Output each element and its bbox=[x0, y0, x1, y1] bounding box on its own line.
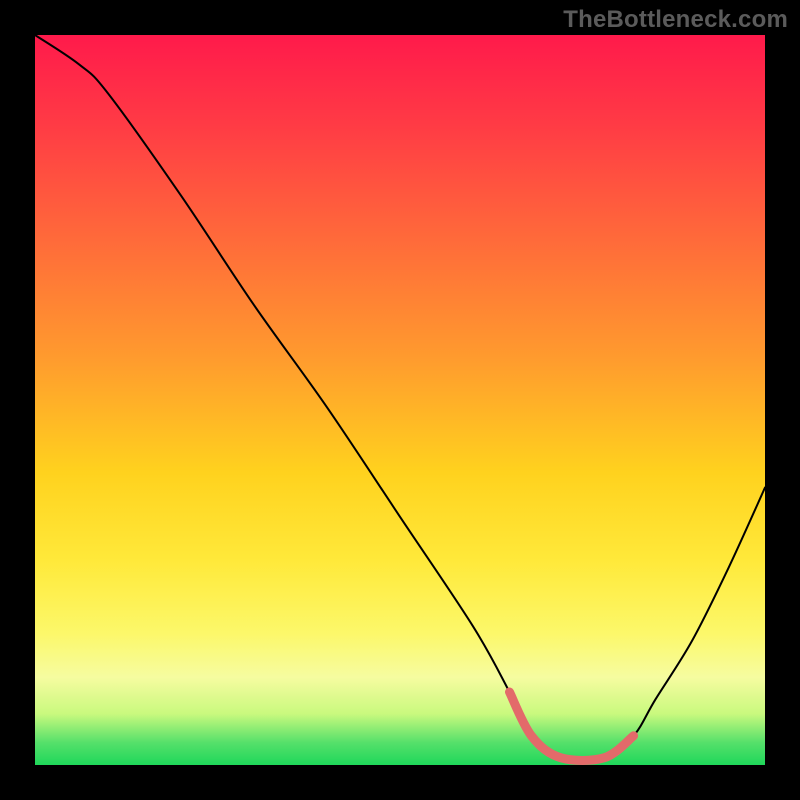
chart-plot-area bbox=[35, 35, 765, 765]
bottleneck-curve-path bbox=[35, 35, 765, 760]
valley-highlight-path bbox=[510, 692, 634, 760]
chart-svg bbox=[35, 35, 765, 765]
chart-frame: TheBottleneck.com bbox=[0, 0, 800, 800]
watermark-text: TheBottleneck.com bbox=[563, 6, 788, 34]
